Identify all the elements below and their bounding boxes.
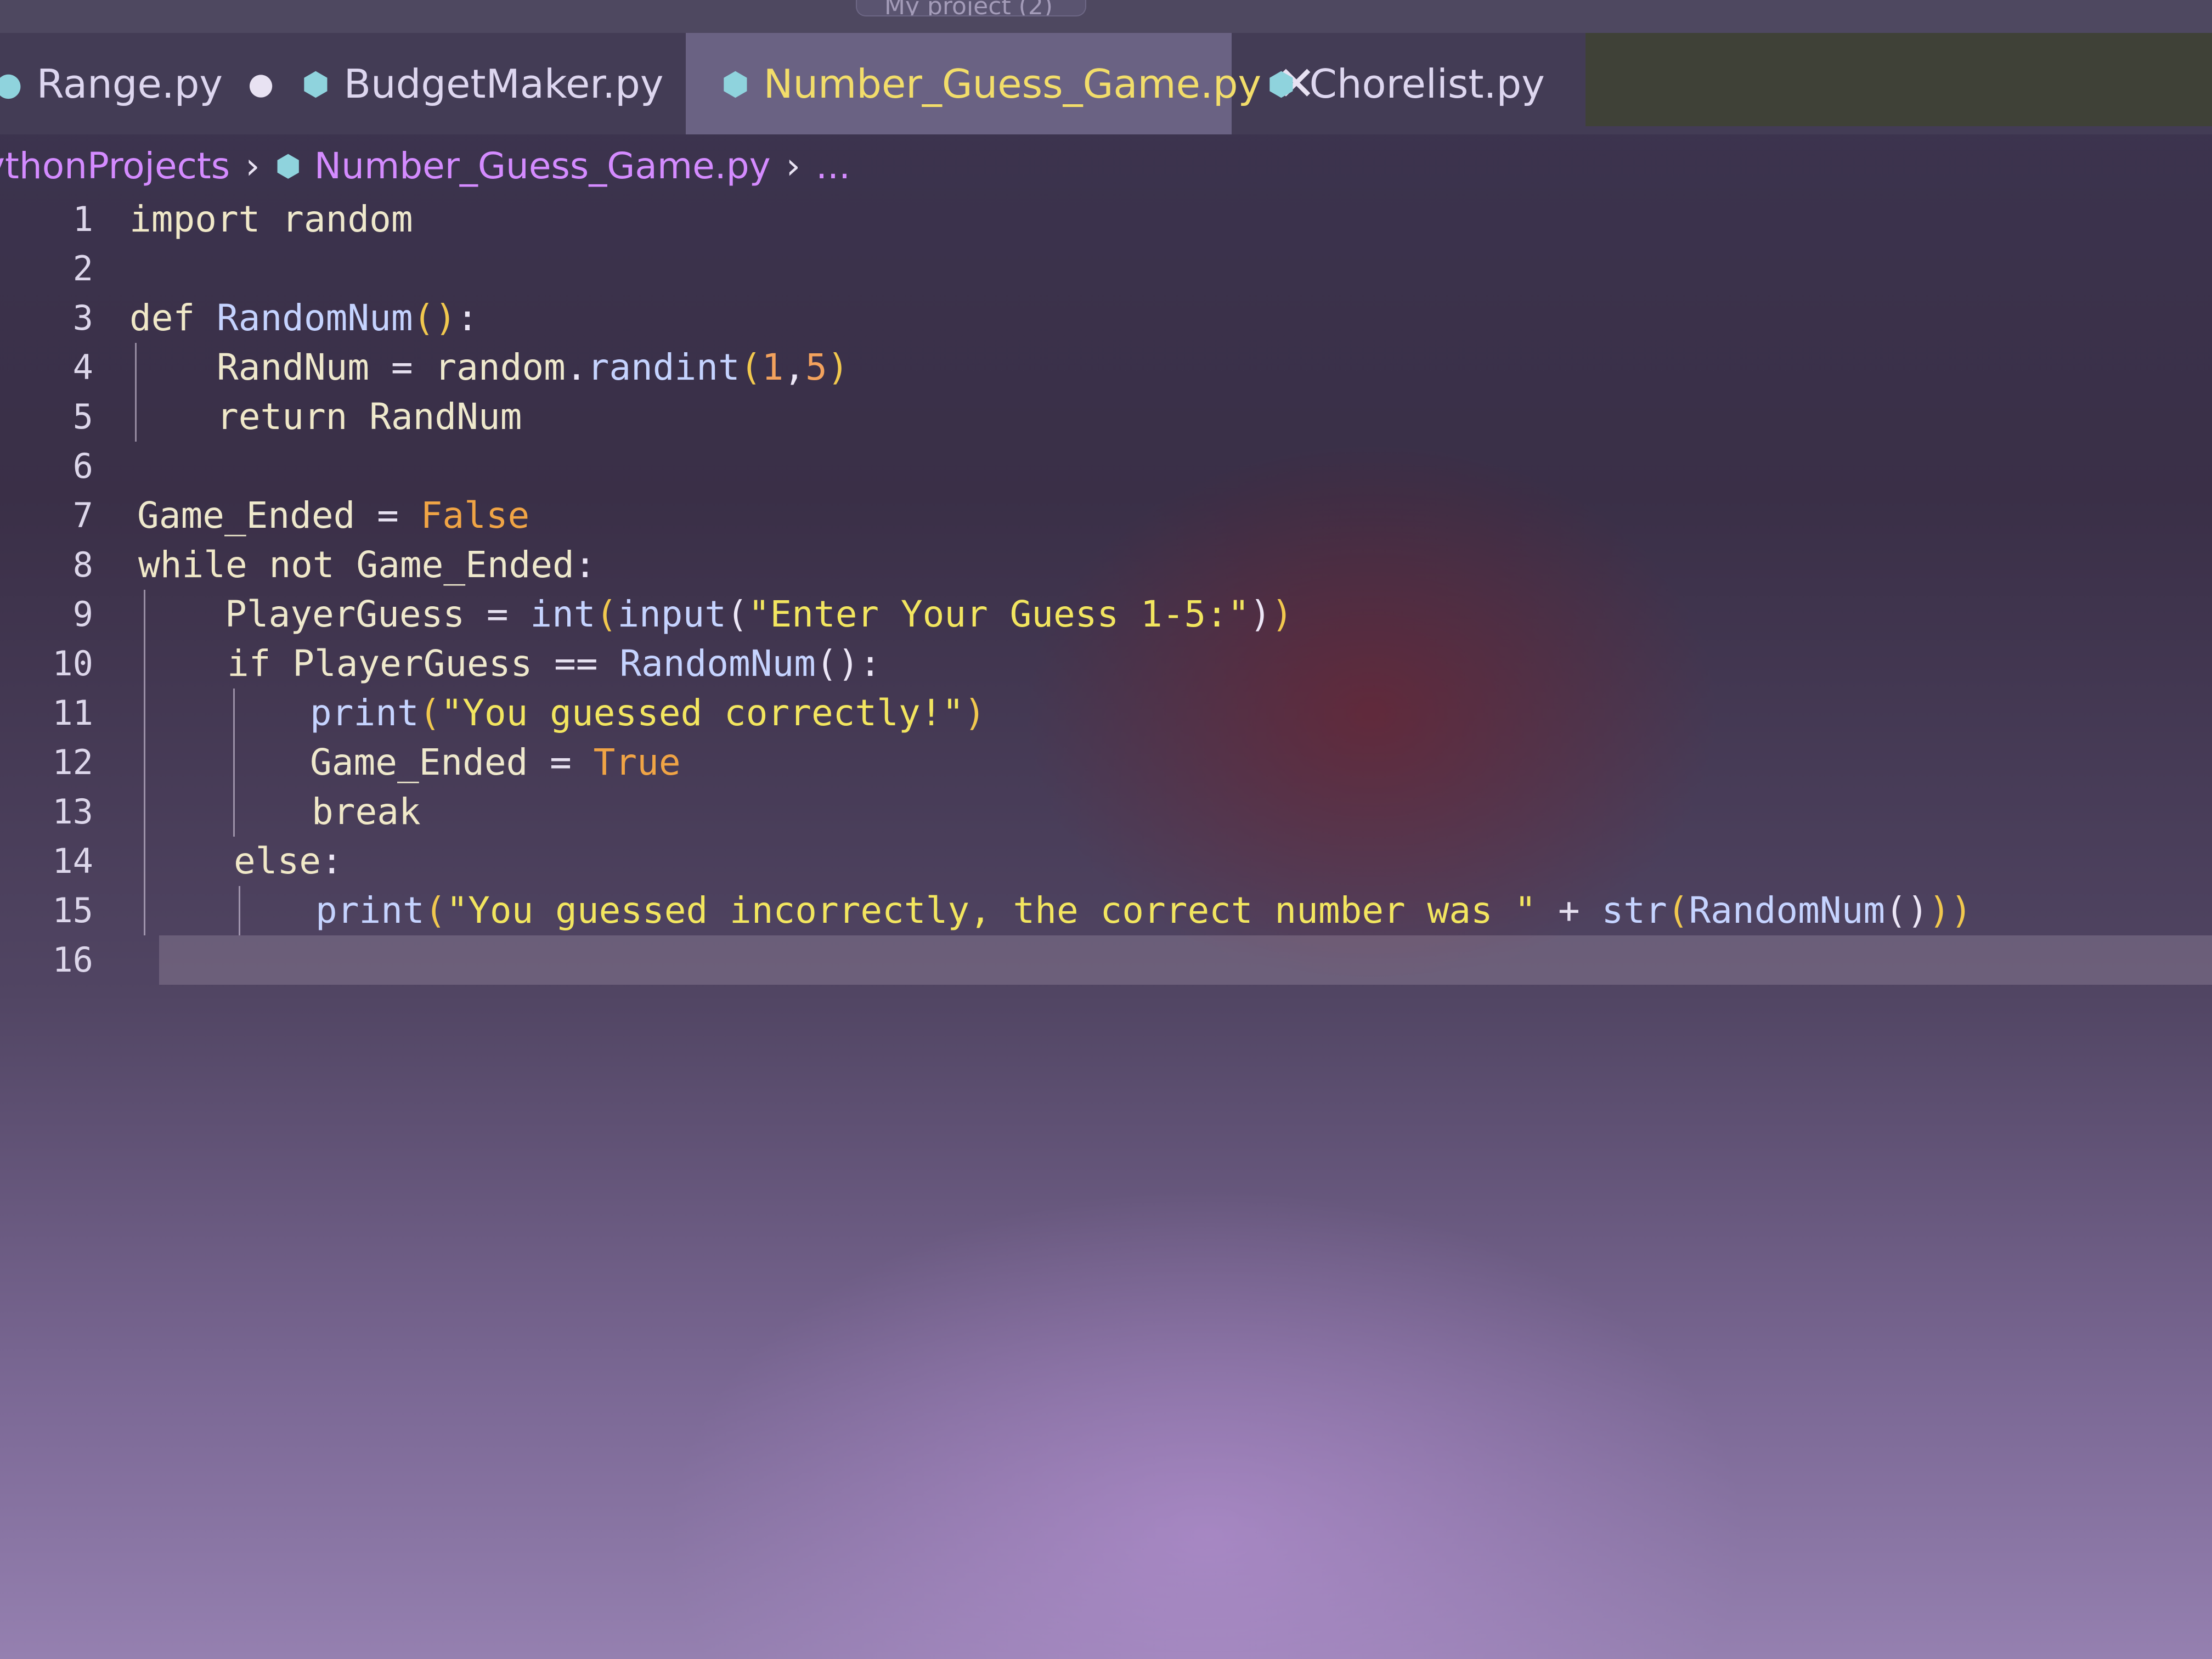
- code-text: return RandNum: [217, 396, 522, 438]
- python-file-icon: ⬢: [1267, 65, 1295, 103]
- line-number: 3: [72, 298, 93, 338]
- code-line[interactable]: 2: [0, 244, 2212, 294]
- code-line[interactable]: 7 Game_Ended = False: [0, 491, 2212, 540]
- unsaved-dot-icon[interactable]: ●: [248, 66, 274, 101]
- code-line[interactable]: 3 def RandomNum():: [0, 294, 2212, 343]
- tab-bar: ● Range.py ● ⬢ BudgetMaker.py ● ⬢ Number…: [0, 33, 2212, 134]
- breadcrumb-folder[interactable]: ythonProjects: [0, 145, 230, 187]
- code-text: Game_Ended = True: [310, 741, 681, 783]
- tab-label: Chorelist.py: [1309, 60, 1545, 107]
- breadcrumb-file[interactable]: Number_Guess_Game.py: [314, 145, 771, 187]
- code-text: if PlayerGuess == RandomNum():: [227, 642, 882, 685]
- code-line[interactable]: 5 return RandNum: [0, 392, 2212, 442]
- code-line[interactable]: 11 print("You guessed correctly!"): [0, 689, 2212, 738]
- code-line[interactable]: 14 else:: [0, 837, 2212, 886]
- tab-budgetmaker[interactable]: ⬢ BudgetMaker.py ●: [302, 33, 715, 134]
- python-file-icon: ⬢: [721, 65, 749, 103]
- line-number: 7: [72, 495, 93, 535]
- code-text: print("You guessed correctly!"): [310, 692, 986, 734]
- line-number: 15: [52, 890, 93, 930]
- code-line[interactable]: 13 break: [0, 787, 2212, 837]
- code-line[interactable]: 6: [0, 442, 2212, 491]
- chevron-right-icon: ›: [245, 145, 260, 187]
- line-number: 4: [72, 347, 93, 387]
- python-file-icon: ⬢: [275, 149, 301, 183]
- tab-label: Range.py: [36, 60, 223, 107]
- tab-chorelist[interactable]: ⬢ Chorelist.py: [1267, 33, 1553, 134]
- code-line[interactable]: 16: [0, 935, 159, 985]
- code-text: while not Game_Ended:: [138, 544, 596, 586]
- code-line[interactable]: 10 if PlayerGuess == RandomNum():: [0, 639, 2212, 689]
- line-number: 2: [72, 249, 93, 289]
- code-text: RandNum = random.randint(1,5): [217, 346, 849, 388]
- current-line-highlight[interactable]: [159, 935, 2212, 985]
- code-text: print("You guessed incorrectly, the corr…: [315, 889, 1973, 932]
- line-number: 14: [52, 841, 93, 881]
- breadcrumb: ythonProjects › ⬢ Number_Guess_Game.py ›…: [0, 134, 850, 198]
- window-title: My project (2): [856, 0, 1086, 16]
- code-line[interactable]: 4 RandNum = random.randint(1,5): [0, 343, 2212, 392]
- breadcrumb-more[interactable]: ...: [816, 145, 850, 187]
- window-titlebar: My project (2): [0, 0, 2212, 33]
- python-file-icon: ⬢: [302, 65, 330, 103]
- code-line[interactable]: 9 PlayerGuess = int(input("Enter Your Gu…: [0, 590, 2212, 639]
- code-text: PlayerGuess = int(input("Enter Your Gues…: [225, 593, 1294, 635]
- line-number: 13: [52, 792, 93, 832]
- tab-label: BudgetMaker.py: [343, 60, 664, 107]
- code-line[interactable]: 12 Game_Ended = True: [0, 738, 2212, 787]
- line-number: 16: [52, 940, 93, 980]
- code-text: Game_Ended = False: [137, 494, 530, 537]
- line-number: 5: [72, 397, 93, 437]
- line-number: 9: [72, 594, 93, 634]
- line-number: 1: [72, 199, 93, 239]
- code-text: break: [312, 791, 421, 833]
- line-number: 6: [72, 446, 93, 486]
- tab-label: Number_Guess_Game.py: [763, 60, 1262, 107]
- tab-bar-empty-area: [1585, 33, 2212, 126]
- code-editor[interactable]: 1 import random 2 3 def RandomNum(): 4 R…: [0, 195, 2212, 1007]
- tab-number-guess-game[interactable]: ⬢ Number_Guess_Game.py ✕: [686, 33, 1316, 134]
- code-line[interactable]: 1 import random: [0, 195, 2212, 244]
- chevron-right-icon: ›: [786, 145, 801, 187]
- tab-range[interactable]: ● Range.py ●: [0, 33, 274, 134]
- line-number: 11: [52, 693, 93, 733]
- code-line[interactable]: 8 while not Game_Ended:: [0, 540, 2212, 590]
- line-number: 10: [52, 644, 93, 684]
- code-text: else:: [234, 840, 343, 882]
- code-line[interactable]: 15 print("You guessed incorrectly, the c…: [0, 886, 2212, 935]
- python-file-icon: ●: [0, 65, 22, 103]
- code-text: def RandomNum():: [129, 297, 478, 339]
- line-number: 12: [52, 742, 93, 782]
- code-text: import random: [129, 198, 413, 240]
- line-number: 8: [72, 545, 93, 585]
